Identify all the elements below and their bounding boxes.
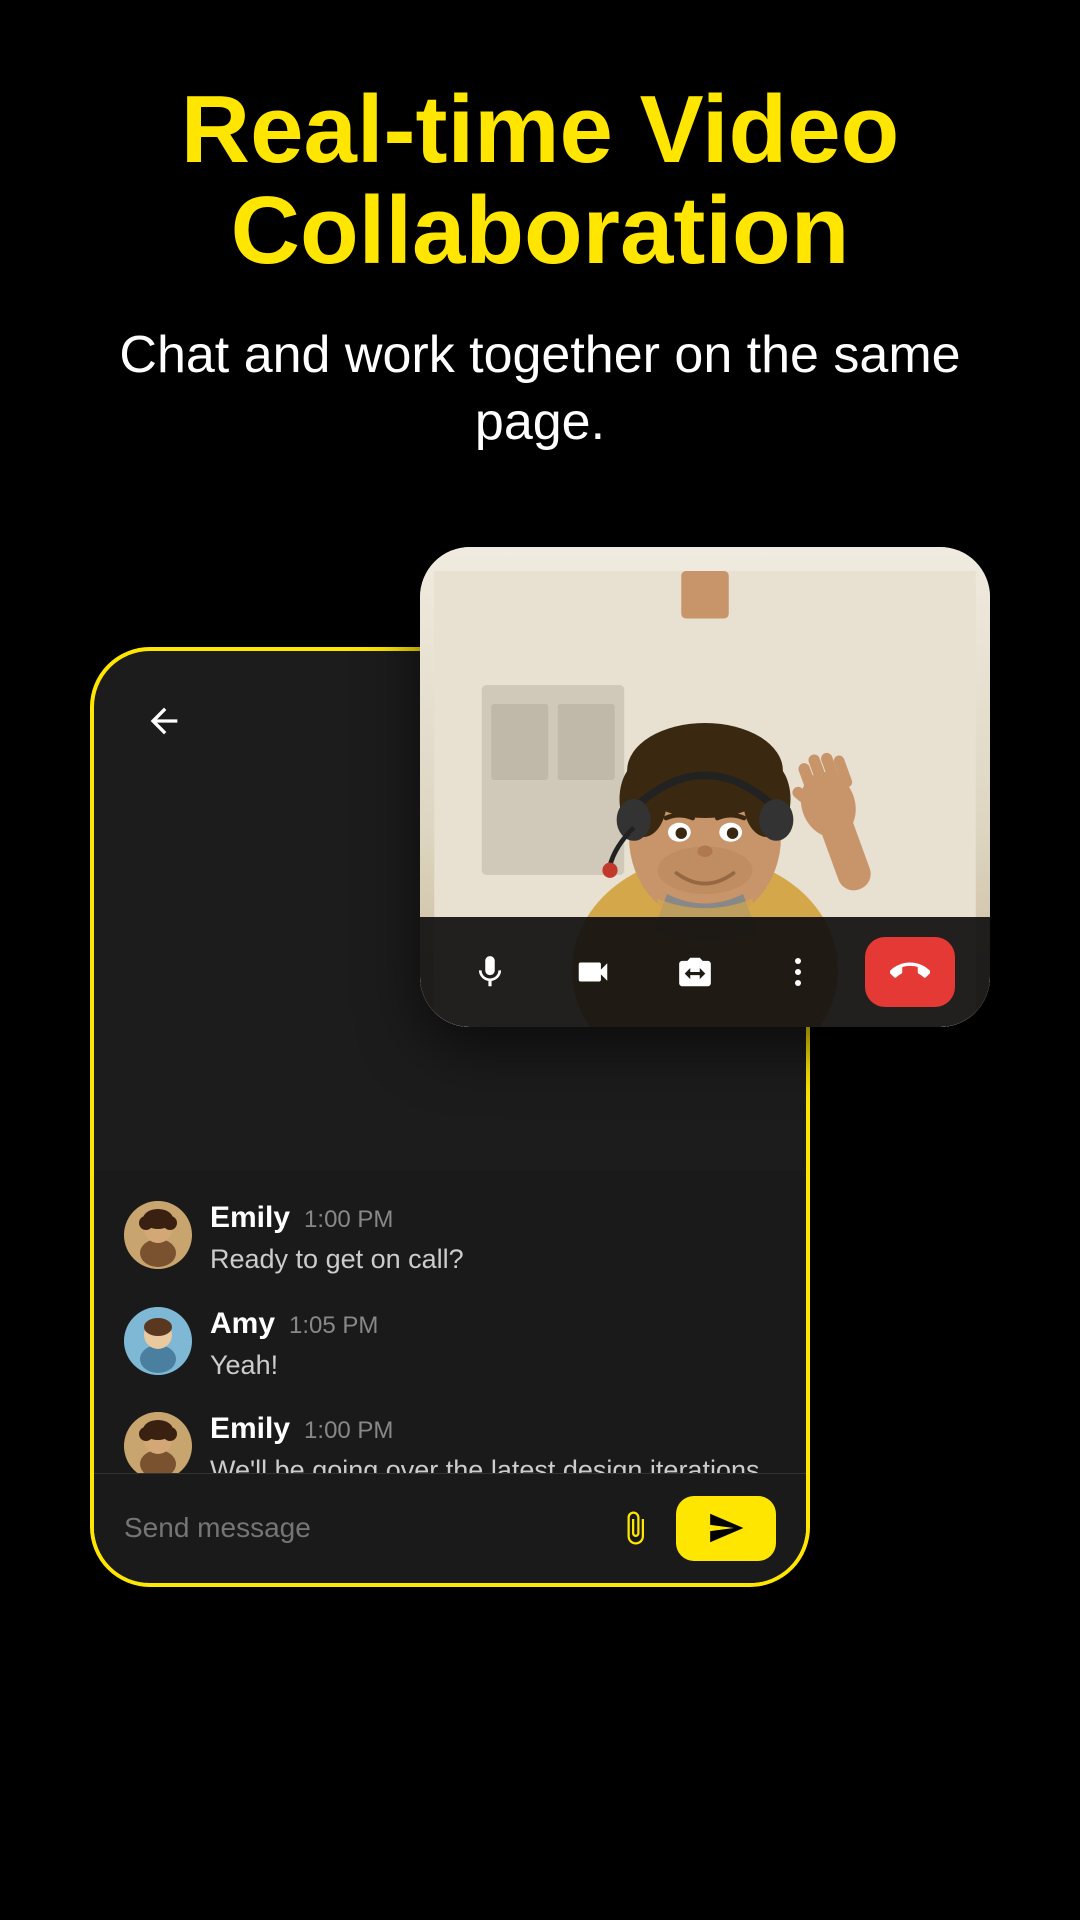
msg-header-2: Amy 1:05 PM [210, 1307, 776, 1341]
avatar-emily-1 [124, 1201, 192, 1269]
msg-text-2: Yeah! [210, 1347, 776, 1385]
msg-header-3: Emily 1:00 PM [210, 1412, 776, 1446]
end-call-button[interactable] [865, 937, 955, 1007]
composite-container: Emily 1:00 PM Ready to get on call? [90, 547, 990, 1607]
chat-message-2: Amy 1:05 PM Yeah! [124, 1307, 776, 1385]
send-button[interactable] [676, 1496, 776, 1561]
hero-title: Real-time Video Collaboration [60, 80, 1020, 282]
msg-content-1: Emily 1:00 PM Ready to get on call? [210, 1201, 776, 1279]
msg-content-2: Amy 1:05 PM Yeah! [210, 1307, 776, 1385]
hero-subtitle: Chat and work together on the same page. [60, 322, 1020, 457]
page: Real-time Video Collaboration Chat and w… [0, 0, 1080, 1920]
avatar-emily-2 [124, 1412, 192, 1480]
msg-sender-2: Amy [210, 1307, 275, 1341]
msg-time-1: 1:00 PM [304, 1206, 393, 1234]
avatar-amy-1 [124, 1307, 192, 1375]
mic-button[interactable] [455, 937, 525, 1007]
back-button[interactable] [144, 701, 184, 751]
msg-sender-1: Emily [210, 1201, 290, 1235]
attach-button[interactable] [610, 1503, 660, 1553]
msg-time-3: 1:00 PM [304, 1417, 393, 1445]
msg-text-1: Ready to get on call? [210, 1241, 776, 1279]
message-input[interactable] [124, 1512, 594, 1544]
msg-time-2: 1:05 PM [289, 1312, 378, 1340]
chat-message-1: Emily 1:00 PM Ready to get on call? [124, 1201, 776, 1279]
camera-button[interactable] [558, 937, 628, 1007]
message-input-bar [94, 1473, 806, 1583]
hero-section: Real-time Video Collaboration Chat and w… [0, 0, 1080, 497]
msg-header-1: Emily 1:00 PM [210, 1201, 776, 1235]
flip-camera-button[interactable] [660, 937, 730, 1007]
video-card [420, 547, 990, 1027]
msg-sender-3: Emily [210, 1412, 290, 1446]
more-options-button[interactable] [763, 937, 833, 1007]
